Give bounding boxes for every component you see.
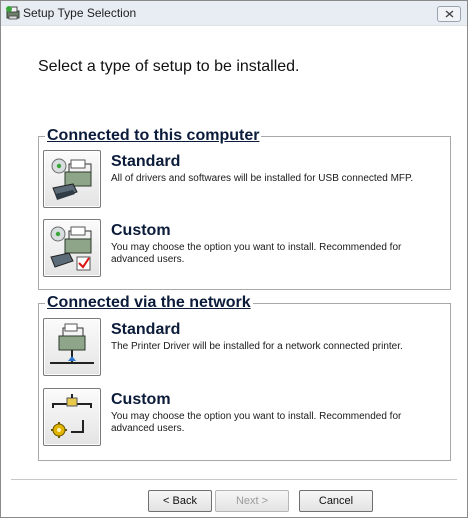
cancel-button[interactable]: Cancel [299, 490, 373, 512]
setup-app-icon [6, 6, 20, 20]
group-local-label: Connected to this computer [45, 127, 262, 145]
usb-custom-button[interactable] [43, 219, 101, 277]
close-button[interactable] [437, 6, 461, 22]
setup-window: Setup Type Selection Select a type of se… [0, 0, 468, 518]
network-custom-title: Custom [111, 391, 171, 408]
option-network-standard: Standard The Printer Driver will be inst… [43, 318, 448, 382]
usb-custom-setup-icon [50, 226, 92, 271]
usb-standard-description: All of drivers and softwares will be ins… [111, 173, 414, 184]
usb-standard-title: Standard [111, 153, 181, 170]
group-local: Connected to this computer Standard All … [38, 127, 451, 290]
network-standard-description: The Printer Driver will be installed for… [111, 341, 403, 352]
usb-custom-description: You may choose the option you want to in… [111, 242, 402, 265]
network-standard-title: Standard [111, 321, 181, 338]
close-icon [445, 10, 453, 18]
network-custom-description: You may choose the option you want to in… [111, 411, 402, 434]
window-title: Setup Type Selection [23, 6, 137, 20]
option-usb-custom: Custom You may choose the option you wan… [43, 219, 448, 283]
network-custom-setup-icon [51, 394, 92, 438]
network-custom-button[interactable] [43, 388, 101, 446]
usb-custom-title: Custom [111, 222, 171, 239]
option-usb-standard: Standard All of drivers and softwares wi… [43, 150, 448, 214]
next-button[interactable]: Next > [215, 490, 289, 512]
footer-divider [11, 479, 457, 480]
usb-standard-setup-icon [51, 158, 92, 200]
usb-standard-button[interactable] [43, 150, 101, 208]
network-standard-setup-icon [50, 323, 94, 364]
group-network: Connected via the network Standard The P… [38, 294, 451, 461]
group-network-label: Connected via the network [45, 294, 253, 312]
page-heading: Select a type of setup to be installed. [38, 58, 300, 75]
back-button[interactable]: < Back [148, 490, 212, 512]
option-network-custom: Custom You may choose the option you wan… [43, 388, 448, 452]
network-standard-button[interactable] [43, 318, 101, 376]
title-bar[interactable]: Setup Type Selection [1, 1, 467, 26]
